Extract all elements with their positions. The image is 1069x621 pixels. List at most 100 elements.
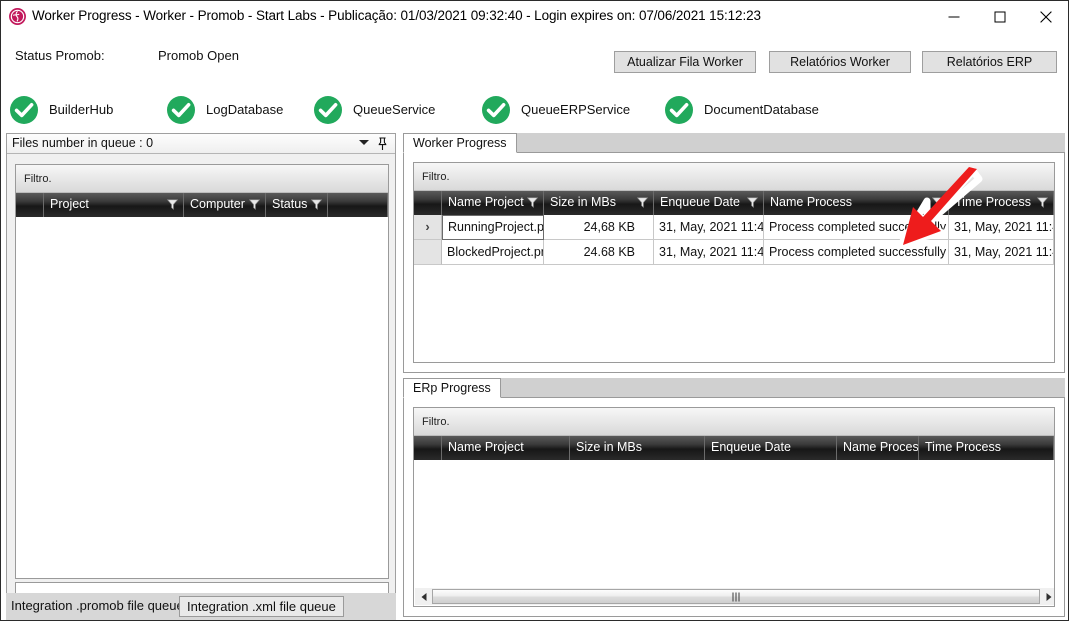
row-selector-header bbox=[16, 193, 44, 217]
close-icon bbox=[1040, 10, 1052, 23]
file-queue-panel: Files number in queue : 0 Filtro. Projec… bbox=[6, 133, 396, 617]
column-header-enqueue-date[interactable]: Enqueue Date bbox=[705, 436, 837, 460]
title-bar: Worker Progress - Worker - Promob - Star… bbox=[1, 1, 1068, 33]
scrollbar-thumb[interactable] bbox=[432, 589, 1040, 604]
service-label: BuilderHub bbox=[49, 102, 114, 117]
cell-size[interactable]: 24.68 KB bbox=[544, 240, 654, 265]
window-title: Worker Progress - Worker - Promob - Star… bbox=[32, 8, 761, 23]
reports-erp-button[interactable]: Relatórios ERP bbox=[922, 51, 1057, 73]
scroll-left-button[interactable] bbox=[415, 588, 432, 605]
file-queue-panel-header: Files number in queue : 0 bbox=[7, 134, 395, 154]
file-queue-grid: Filtro. Project Computer Status bbox=[15, 164, 389, 579]
cell-enqueue-date[interactable]: 31, May, 2021 11:4 bbox=[654, 215, 764, 240]
filter-funnel-icon[interactable] bbox=[249, 199, 260, 210]
files-in-queue-label: Files number in queue : 0 bbox=[12, 136, 154, 150]
status-promob-value: Promob Open bbox=[158, 48, 239, 63]
row-selector-header bbox=[414, 191, 442, 215]
queue-tab-strip: Integration .promob file queue Integrati… bbox=[6, 593, 396, 620]
cell-enqueue-date[interactable]: 31, May, 2021 11:4 bbox=[654, 240, 764, 265]
table-row[interactable]: BlockedProject.pror 24.68 KB 31, May, 20… bbox=[414, 240, 1054, 265]
service-label: LogDatabase bbox=[206, 102, 284, 117]
cell-name-project[interactable]: BlockedProject.pror bbox=[442, 240, 544, 265]
service-label: QueueERPService bbox=[521, 102, 631, 117]
cell-name-project[interactable]: RunningProject.pro bbox=[442, 215, 544, 240]
row-current-arrow-icon: › bbox=[425, 219, 430, 234]
erp-progress-grid: Filtro. Name Project Size in MBs Enqueue… bbox=[413, 407, 1055, 607]
column-header-project[interactable]: Project bbox=[44, 193, 184, 217]
horizontal-scrollbar[interactable] bbox=[415, 588, 1054, 605]
tab-integration-xml-file-queue[interactable]: Integration .xml file queue bbox=[179, 596, 344, 617]
check-circle-icon bbox=[314, 96, 342, 124]
column-header-status[interactable]: Status bbox=[266, 193, 328, 217]
filter-funnel-icon[interactable] bbox=[311, 199, 322, 210]
tab-worker-progress[interactable]: Worker Progress bbox=[403, 133, 517, 153]
scrollbar-grip-icon bbox=[732, 592, 740, 601]
minimize-button[interactable] bbox=[931, 1, 977, 32]
row-indicator[interactable]: › bbox=[414, 215, 442, 240]
column-header-size-in-mbs[interactable]: Size in MBs bbox=[570, 436, 705, 460]
column-header-name-process[interactable]: Name Process bbox=[837, 436, 919, 460]
filter-funnel-icon[interactable] bbox=[637, 197, 648, 208]
status-promob-label: Status Promob: bbox=[15, 48, 105, 63]
check-circle-icon bbox=[167, 96, 195, 124]
column-header-name-project[interactable]: Name Project bbox=[442, 191, 544, 215]
filter-bar[interactable]: Filtro. bbox=[414, 408, 1054, 436]
worker-progress-tabstrip: Worker Progress bbox=[403, 133, 1065, 153]
file-queue-grid-body bbox=[16, 217, 388, 578]
erp-progress-grid-body bbox=[414, 460, 1054, 606]
file-queue-grid-header: Project Computer Status bbox=[16, 193, 388, 217]
cell-size[interactable]: 24,68 KB bbox=[544, 215, 654, 240]
erp-progress-tabstrip: ERp Progress bbox=[403, 378, 1065, 398]
filter-label: Filtro. bbox=[422, 171, 450, 183]
cell-name-process[interactable]: Process completed successfully bbox=[764, 240, 949, 265]
worker-progress-body: Filtro. Name Project Size in MBs Enqueue… bbox=[403, 153, 1065, 373]
check-circle-icon bbox=[482, 96, 510, 124]
filter-funnel-icon[interactable] bbox=[167, 199, 178, 210]
cell-time-process[interactable]: 31, May, 2021 11:4 bbox=[949, 240, 1054, 265]
worker-progress-grid-body: › RunningProject.pro 24,68 KB 31, May, 2… bbox=[414, 215, 1054, 362]
filter-funnel-icon[interactable] bbox=[527, 197, 538, 208]
pin-icon[interactable] bbox=[376, 137, 389, 151]
worker-progress-window: Worker Progress - Worker - Promob - Star… bbox=[0, 0, 1069, 621]
column-header-time-process[interactable]: Time Process bbox=[949, 191, 1054, 215]
column-header-filler bbox=[328, 193, 388, 217]
update-worker-queue-button[interactable]: Atualizar Fila Worker bbox=[614, 51, 756, 73]
tab-erp-progress[interactable]: ERp Progress bbox=[403, 378, 501, 398]
erp-progress-grid-header: Name Project Size in MBs Enqueue Date Na… bbox=[414, 436, 1054, 460]
table-row[interactable]: › RunningProject.pro 24,68 KB 31, May, 2… bbox=[414, 215, 1054, 240]
service-label: DocumentDatabase bbox=[704, 102, 819, 117]
check-circle-icon bbox=[665, 96, 693, 124]
column-header-computer[interactable]: Computer bbox=[184, 193, 266, 217]
column-header-time-process[interactable]: Time Process bbox=[919, 436, 1054, 460]
scrollbar-track[interactable] bbox=[432, 589, 1040, 604]
row-indicator[interactable] bbox=[414, 240, 442, 265]
filter-label: Filtro. bbox=[24, 173, 52, 185]
filter-bar[interactable]: Filtro. bbox=[414, 163, 1054, 191]
column-header-size-in-mbs[interactable]: Size in MBs bbox=[544, 191, 654, 215]
maximize-icon bbox=[994, 11, 1006, 22]
maximize-button[interactable] bbox=[977, 1, 1023, 32]
reports-worker-button[interactable]: Relatórios Worker bbox=[769, 51, 911, 73]
tab-integration-promob-file-queue[interactable]: Integration .promob file queue bbox=[11, 596, 184, 617]
erp-progress-body: Filtro. Name Project Size in MBs Enqueue… bbox=[403, 398, 1065, 617]
column-header-name-project[interactable]: Name Project bbox=[442, 436, 570, 460]
chevron-down-icon[interactable] bbox=[359, 140, 369, 145]
filter-funnel-icon[interactable] bbox=[1037, 197, 1048, 208]
column-header-name-process[interactable]: Name Process bbox=[764, 191, 949, 215]
service-label: QueueService bbox=[353, 102, 436, 117]
filter-bar[interactable]: Filtro. bbox=[16, 165, 388, 193]
cell-time-process[interactable]: 31, May, 2021 11:4 bbox=[949, 215, 1054, 240]
close-button[interactable] bbox=[1023, 1, 1068, 32]
erp-progress-pane: ERp Progress Filtro. Name Project Size i… bbox=[403, 378, 1065, 617]
scroll-right-button[interactable] bbox=[1040, 588, 1054, 605]
column-header-enqueue-date[interactable]: Enqueue Date bbox=[654, 191, 764, 215]
minimize-icon bbox=[948, 16, 960, 17]
check-circle-icon bbox=[10, 96, 38, 124]
worker-progress-grid: Filtro. Name Project Size in MBs Enqueue… bbox=[413, 162, 1055, 363]
filter-label: Filtro. bbox=[422, 416, 450, 428]
filter-funnel-icon[interactable] bbox=[932, 197, 943, 208]
cell-name-process[interactable]: Process completed successfully bbox=[764, 215, 949, 240]
filter-funnel-icon[interactable] bbox=[747, 197, 758, 208]
worker-progress-pane: Worker Progress Filtro. Name Project Siz… bbox=[403, 133, 1065, 373]
worker-progress-grid-header: Name Project Size in MBs Enqueue Date Na… bbox=[414, 191, 1054, 215]
